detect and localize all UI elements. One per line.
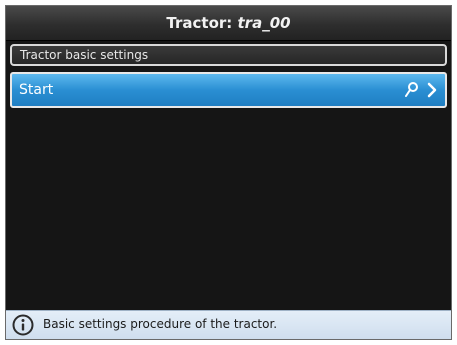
status-bar: Basic settings procedure of the tractor. [6, 310, 451, 339]
section-header: Tractor basic settings [10, 44, 447, 66]
status-message: Basic settings procedure of the tractor. [43, 317, 278, 331]
window-title: Tractor: tra_00 [6, 6, 451, 41]
menu-item-start[interactable]: Start [10, 72, 447, 108]
section-label: Tractor basic settings [20, 48, 149, 62]
title-prefix: Tractor: [166, 14, 238, 32]
chevron-right-icon [427, 82, 437, 98]
info-icon [12, 314, 34, 336]
pin-icon [405, 82, 418, 97]
menu-item-label: Start [19, 82, 54, 98]
tractor-settings-screen: Tractor: tra_00 Tractor basic settings S… [5, 5, 452, 340]
tractor-id: tra_00 [237, 14, 291, 32]
